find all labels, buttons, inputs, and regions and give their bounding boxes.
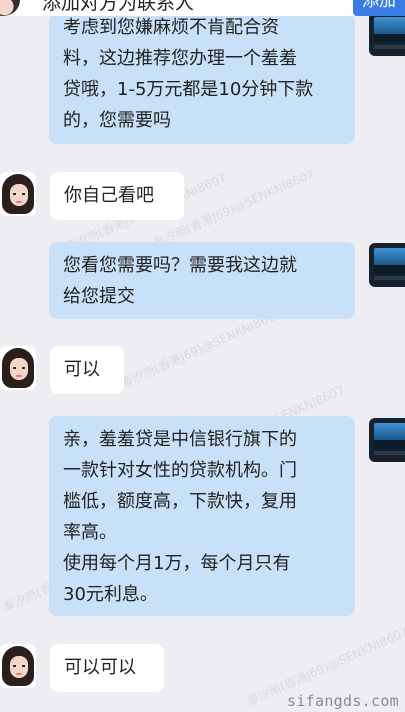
self-avatar[interactable] xyxy=(369,12,405,56)
message-text-line: 您看您需要吗？需要我这边就 xyxy=(63,255,297,276)
contact-avatar[interactable] xyxy=(0,346,36,390)
outgoing-message-bubble[interactable]: 考虑到您嫌麻烦不肯配合资 料，这边推荐您办理一个羞羞 贷哦，1-5万元都是10分… xyxy=(49,14,355,144)
message-text-line: 料，这边推荐您办理一个羞羞 xyxy=(63,48,297,69)
message-text-line: 的，您需要吗 xyxy=(63,110,171,131)
site-watermark: sifangds.com xyxy=(287,692,399,710)
outgoing-message-bubble[interactable]: 您看您需要吗？需要我这边就 给您提交 xyxy=(49,242,355,319)
add-contact-banner: 添加对方为联系人 添加 xyxy=(0,0,405,16)
incoming-message-bubble[interactable]: 可以 xyxy=(50,346,124,394)
message-text-line: 贷哦，1-5万元都是10分钟下款 xyxy=(63,79,314,100)
message-text-line: 考虑到您嫌麻烦不肯配合资 xyxy=(63,17,279,38)
self-avatar[interactable] xyxy=(369,243,405,287)
outgoing-message-bubble[interactable]: 亲，羞羞贷是中信银行旗下的 一款针对女性的贷款机构。门 槛低，额度高，下款快，复… xyxy=(49,416,355,616)
contact-avatar[interactable] xyxy=(0,172,36,216)
message-text-line: 你自己看吧 xyxy=(64,185,154,206)
message-text-line: 使用每个月1万，每个月只有 xyxy=(63,553,291,574)
add-contact-button[interactable]: 添加 xyxy=(353,0,405,16)
message-text-line: 槛低，额度高，下款快，复用 xyxy=(63,491,297,512)
message-text-line: 亲，羞羞贷是中信银行旗下的 xyxy=(63,429,297,450)
incoming-message-bubble[interactable]: 你自己看吧 xyxy=(50,172,184,220)
message-text-line: 一款针对女性的贷款机构。门 xyxy=(63,460,297,481)
contact-avatar-icon xyxy=(0,0,20,16)
message-text-line: 30元利息。 xyxy=(63,584,158,605)
message-text-line: 给您提交 xyxy=(63,286,135,307)
message-text-line: 可以可以 xyxy=(64,657,136,678)
contact-avatar[interactable] xyxy=(0,644,36,688)
incoming-message-bubble[interactable]: 可以可以 xyxy=(50,644,164,692)
banner-title: 添加对方为联系人 xyxy=(42,0,195,14)
self-avatar[interactable] xyxy=(369,418,405,462)
chat-area[interactable]: 秦汐雨(香港J69)@SENKNI8607 秦汐雨(香港J69)@SENKNI8… xyxy=(0,0,405,712)
message-text-line: 率高。 xyxy=(63,522,117,543)
message-text-line: 可以 xyxy=(64,359,100,380)
